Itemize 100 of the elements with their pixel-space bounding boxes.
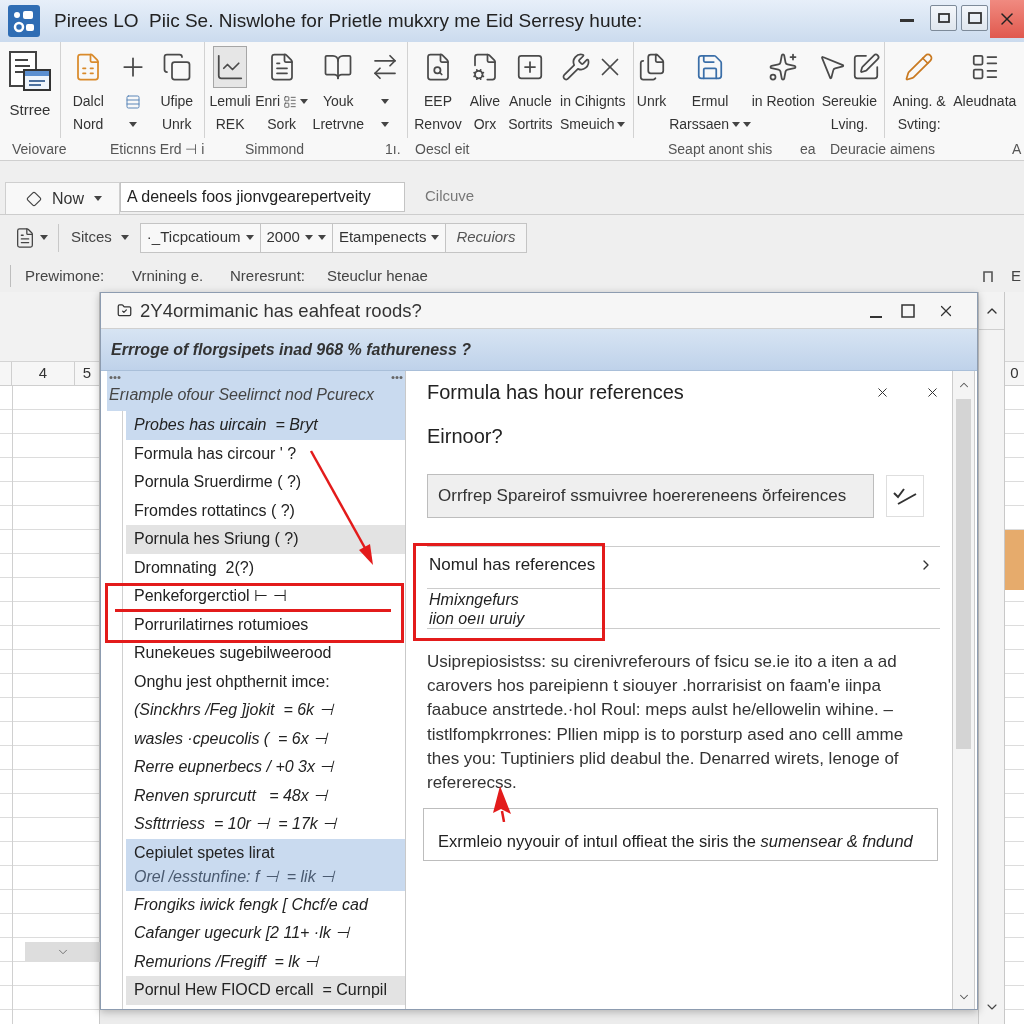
list-item[interactable]: Ssfttrriess = 10r ⊣ = 17k ⊣ <box>126 810 405 839</box>
caret-icon <box>94 196 102 201</box>
caret-icon <box>431 235 440 240</box>
check-icon <box>892 486 918 506</box>
scrollbar[interactable] <box>952 371 975 1009</box>
list-item[interactable]: (Sinckhrs /Feg ]jokit = 6k ⊣ <box>126 696 405 725</box>
minimize-icon <box>870 315 882 318</box>
combo-box[interactable]: Etampenects <box>331 222 447 253</box>
ribbon-button[interactable]: Ufipe Unrk <box>159 42 194 138</box>
minimize-icon <box>900 18 914 22</box>
group-label: Simmond <box>245 141 305 157</box>
panel-heading: Formula has hour references <box>427 380 684 405</box>
group-label: Seapt anont shis <box>668 141 773 157</box>
pencil-icon <box>904 52 935 82</box>
address-field[interactable]: A deneels foos jionvgearepertveity <box>120 182 405 212</box>
list-item[interactable]: Frongiks iwick fengk [ Chcf/e cad <box>126 890 405 919</box>
status-label: Nreresrunt: <box>230 267 306 284</box>
list-icon <box>283 94 298 109</box>
option-row[interactable]: Nomul has references <box>427 547 940 589</box>
list-item[interactable]: Pornula hes Sriung ( ?) <box>126 525 405 554</box>
group-label: Oescl eit <box>415 141 470 157</box>
annotation-arrow <box>491 786 513 822</box>
question-label: Eirnoor? <box>427 424 503 449</box>
dialog-banner: Errroge of florgsipets inad 968 % fathureness ? <box>101 329 977 371</box>
page-menu-button[interactable] <box>14 226 48 249</box>
grip-icon <box>109 375 121 380</box>
status-label: Prewimone: <box>25 267 105 284</box>
ribbon-button[interactable]: Sereukie Lving. <box>815 42 884 138</box>
status-label: Steuclur henae <box>327 267 428 284</box>
bracket-icon <box>983 270 993 282</box>
confirm-button[interactable] <box>886 475 924 517</box>
ribbon-button[interactable]: Aleudnata <box>953 42 1017 138</box>
option-title: Nomul has references <box>429 553 596 576</box>
example-text: Exrmleio nyyouir of intuıl offieat the siris the sumensear & fndund <box>438 831 913 852</box>
book-icon <box>323 52 354 82</box>
grip-icon <box>391 375 403 380</box>
group-label: Deuracie aimens <box>830 141 936 157</box>
list-item[interactable]: Probes has uircain = Bryt <box>126 411 405 440</box>
ribbon-button[interactable]: Unrk <box>634 42 669 138</box>
ribbon-button[interactable]: Anucle Sortrits <box>508 42 553 138</box>
ribbon-button[interactable]: Dalcl Nord <box>71 42 106 138</box>
option-row[interactable]: Hmixngefurs iion oeıı uruiy <box>427 589 940 629</box>
list-item[interactable]: Renven sprurcutt = 48x ⊣ <box>126 781 405 810</box>
highlighted-cell <box>1005 530 1024 590</box>
ribbon-button[interactable]: Alive Orx <box>467 42 502 138</box>
list-item[interactable]: Pornul Hew FIOCD ercall = Curnpil <box>126 976 405 1005</box>
combo-box[interactable]: ·_Ticpcatioum <box>139 222 261 253</box>
list-item[interactable]: Pornula Sruerdirme ( ?) <box>126 468 405 497</box>
option-subtitle: iion oeıı uruiy <box>429 608 525 628</box>
restore-button[interactable] <box>930 5 957 31</box>
table-icon <box>124 93 141 110</box>
list-item[interactable]: Porrurilatirnes rotumioes <box>126 610 405 639</box>
list-item[interactable]: Fromdes rottatincs ( ?) <box>126 496 405 525</box>
ribbon-button[interactable]: in Reotion <box>751 42 815 138</box>
group-label: Veiovare <box>12 141 67 157</box>
ribbon-button[interactable]: Ermul Rarssaen <box>669 42 752 138</box>
ribbon-button[interactable]: Lemuli REK <box>209 42 251 138</box>
list-item[interactable]: Cafanger ugecurk [2 11+ ·lk ⊣ <box>126 919 405 948</box>
maximize-button[interactable] <box>961 5 988 31</box>
square-icon <box>967 12 982 24</box>
list-item[interactable]: Runekeues sugebilweerood <box>126 639 405 668</box>
list-item[interactable]: Penkeforgerctiol ⊢ ⊣ <box>126 582 405 611</box>
ribbon-button[interactable]: in Cihignts Smeuich <box>558 42 627 138</box>
ribbon-button[interactable]: Aning. & Svting: <box>892 42 946 138</box>
list-item[interactable]: Formula has circour ' ? <box>126 439 405 468</box>
style-menu-button[interactable]: Sitces <box>69 226 131 249</box>
square-icon <box>937 13 950 23</box>
copy-icon <box>161 52 192 82</box>
caret-icon <box>300 99 309 104</box>
ribbon-button[interactable]: Youk Lretrvne <box>312 42 364 138</box>
ribbon-button[interactable]: EEP Renvov <box>414 42 462 138</box>
description-text: Usiprepiosistss: su cirenivreferours of fsicu se.ie ito a iten a ad carovers hos pareipienn t siouyer .horrarisist on faam'e iinpa faabuce anstrtede.·hol Roul: meps aulst he/ellowelin wihine. – tistlfompkrrones: Pllien mipp is to porsturp ased ano celll amme thes you: Tuptiniers plid deabul the. Denarred wirets, lenoge of refererecss. <box>427 651 905 794</box>
caret-icon <box>617 122 626 127</box>
group-label: Eticnns Erd ⊣ i <box>110 141 205 157</box>
list-item[interactable]: Remurions /Fregiff = lk ⊣ <box>126 947 405 976</box>
ribbon-button[interactable]: Enri Sork <box>255 42 309 138</box>
combo-box[interactable]: 2000 <box>259 222 333 253</box>
ribbon-button[interactable]: Strree <box>5 42 55 138</box>
text-field[interactable]: Orrfrep Spareirof ssmuivree hoerereneens ŏrfeirences <box>427 474 874 518</box>
list-item[interactable]: Rerre eupnerbecs / +0 3x ⊣ <box>126 753 405 782</box>
caret-icon <box>381 99 390 104</box>
list-item[interactable]: Onghu jest ohpthernit imce: <box>126 667 405 696</box>
list-item[interactable]: wasles ·cpeucolis ( = 6x ⊣ <box>126 724 405 753</box>
diamond-icon <box>26 190 42 207</box>
list-item[interactable]: Cepiulet spetes lirat Orel /esstunfine: f ⊣ = lik ⊣ <box>126 838 405 891</box>
scrollbar[interactable] <box>25 942 100 962</box>
references-button[interactable]: Recuiors <box>445 222 527 253</box>
caret-icon <box>120 235 129 240</box>
document-icon <box>14 226 36 249</box>
column-header: 4 <box>12 362 75 386</box>
scrollbar[interactable] <box>978 292 1005 1024</box>
view-menu-button[interactable]: Now <box>5 182 120 214</box>
maximize-icon <box>901 303 915 318</box>
app-logo-icon <box>8 5 40 37</box>
list-item[interactable]: Dromnating 2(?) <box>126 553 405 582</box>
group-label: ea <box>800 141 816 157</box>
scrollbar-thumb[interactable] <box>956 399 971 749</box>
group-label: A <box>1012 141 1022 157</box>
option-title: Hmixngefurs <box>429 589 519 609</box>
caret-icon <box>381 122 390 127</box>
